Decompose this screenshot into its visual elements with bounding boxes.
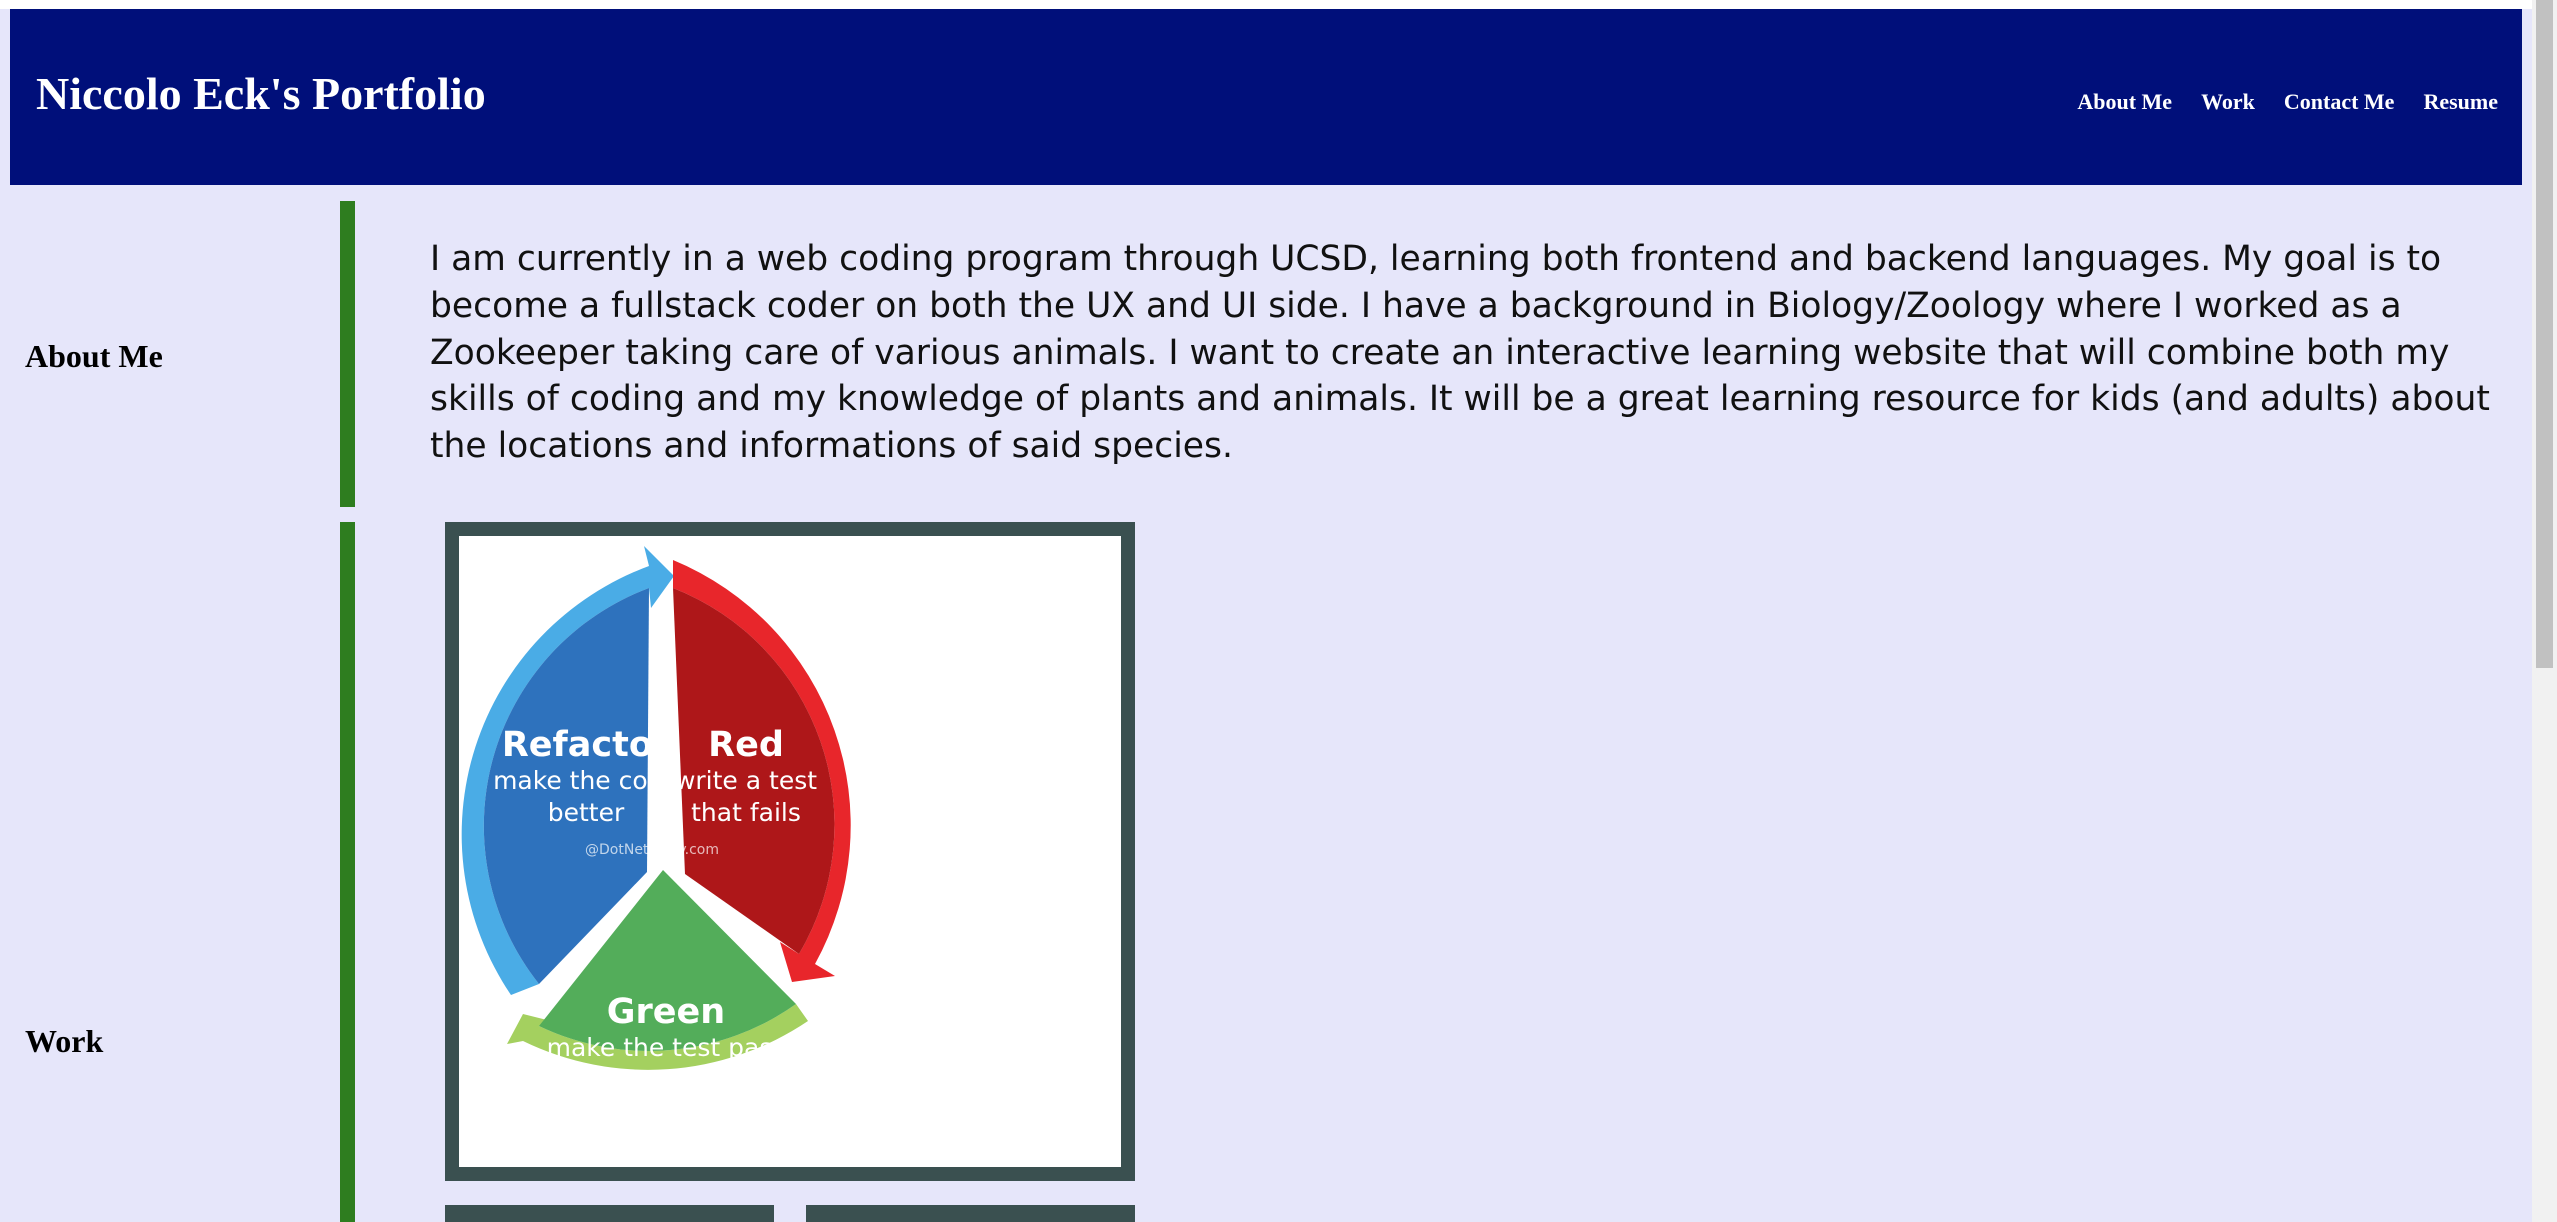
scrollbar-thumb[interactable]	[2536, 0, 2553, 668]
project-card-2-peek[interactable]	[445, 1205, 774, 1222]
red-line1: write a test	[675, 766, 817, 795]
project-card-3-peek[interactable]	[806, 1205, 1135, 1222]
tdd-cycle-diagram: Refactor make the code better Red write …	[461, 546, 851, 1070]
nav-work[interactable]: Work	[2201, 91, 2255, 113]
about-divider	[340, 201, 355, 507]
main-nav: About Me Work Contact Me Resume	[2077, 91, 2498, 113]
work-heading: Work	[25, 1023, 104, 1059]
nav-contact-me[interactable]: Contact Me	[2284, 91, 2395, 113]
nav-about-me[interactable]: About Me	[2077, 91, 2172, 113]
red-line2: that fails	[691, 798, 801, 827]
green-title: Green	[607, 992, 725, 1032]
about-heading: About Me	[25, 338, 163, 374]
green-line1: make the test pass	[547, 1033, 786, 1062]
top-strip	[0, 0, 2532, 9]
work-divider	[340, 522, 355, 1222]
red-title: Red	[708, 725, 784, 765]
site-header: Niccolo Eck's Portfolio About Me Work Co…	[10, 9, 2522, 185]
nav-resume[interactable]: Resume	[2423, 91, 2498, 113]
refactor-line2: better	[548, 798, 625, 827]
project-image-tdd-cycle: Refactor make the code better Red write …	[459, 536, 1121, 1167]
about-text: I am currently in a web coding program t…	[430, 239, 2490, 467]
vertical-scrollbar[interactable]	[2532, 0, 2557, 1222]
project-card-tdd[interactable]: Refactor make the code better Red write …	[445, 522, 1135, 1181]
watermark-text: @DotNetCurry.com	[585, 842, 719, 858]
refactor-line1: make the code	[493, 766, 679, 795]
refactor-title: Refactor	[502, 725, 671, 765]
site-title: Niccolo Eck's Portfolio	[36, 68, 486, 119]
page: Niccolo Eck's Portfolio About Me Work Co…	[0, 0, 2532, 1222]
